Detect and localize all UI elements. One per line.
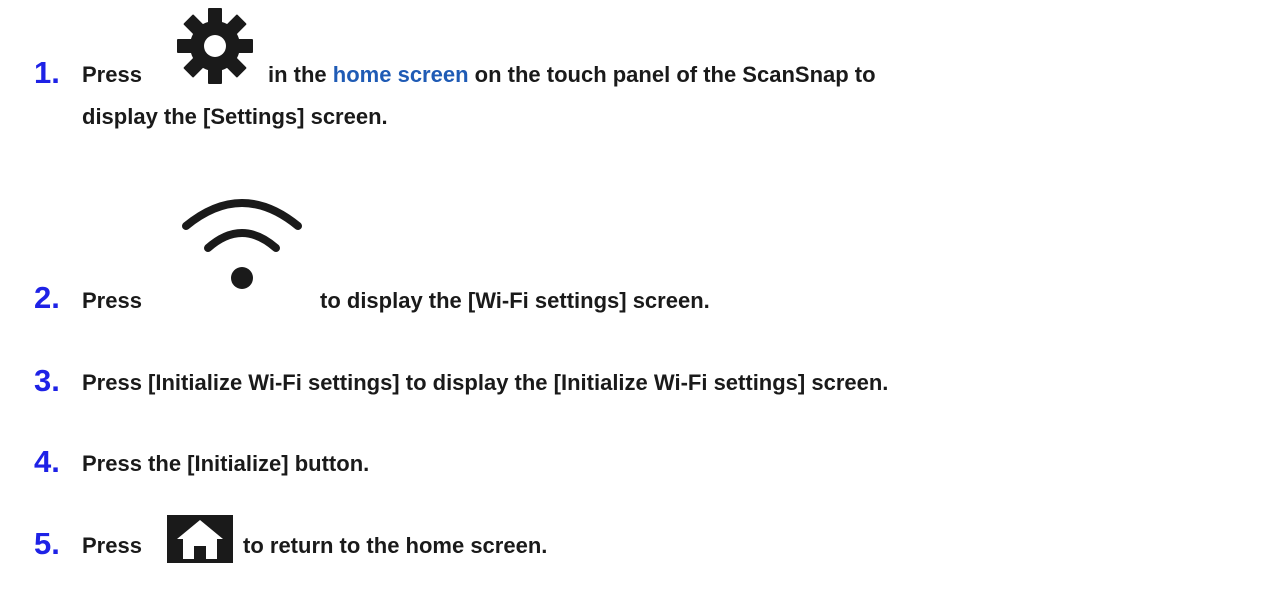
step-text: in the (268, 62, 327, 87)
step-text: to return to the home screen. (243, 533, 548, 558)
gear-icon (175, 6, 255, 86)
step-text: to display the [Wi-Fi settings] screen. (320, 288, 710, 313)
step-text: Press [Initialize Wi-Fi settings] to dis… (82, 370, 889, 395)
step-number: 5. (34, 526, 60, 561)
home-screen-link[interactable]: home screen (333, 62, 469, 87)
step-press-label: Press (82, 62, 142, 87)
step-1-text: in the home screen on the touch panel of… (268, 64, 876, 86)
step-1-line-2: display the [Settings] screen. (82, 104, 388, 129)
step-text: on the touch panel of the ScanSnap to (474, 62, 876, 87)
step-number: 3. (34, 363, 60, 398)
step-number: 4. (34, 444, 60, 479)
home-icon (167, 515, 233, 563)
step-press-label: Press (82, 533, 142, 558)
wifi-icon (178, 186, 306, 296)
step-press-label: Press (82, 288, 142, 313)
step-number: 2. (34, 280, 60, 315)
step-text: Press the [Initialize] button. (82, 451, 370, 476)
step-number: 1. (34, 55, 60, 90)
